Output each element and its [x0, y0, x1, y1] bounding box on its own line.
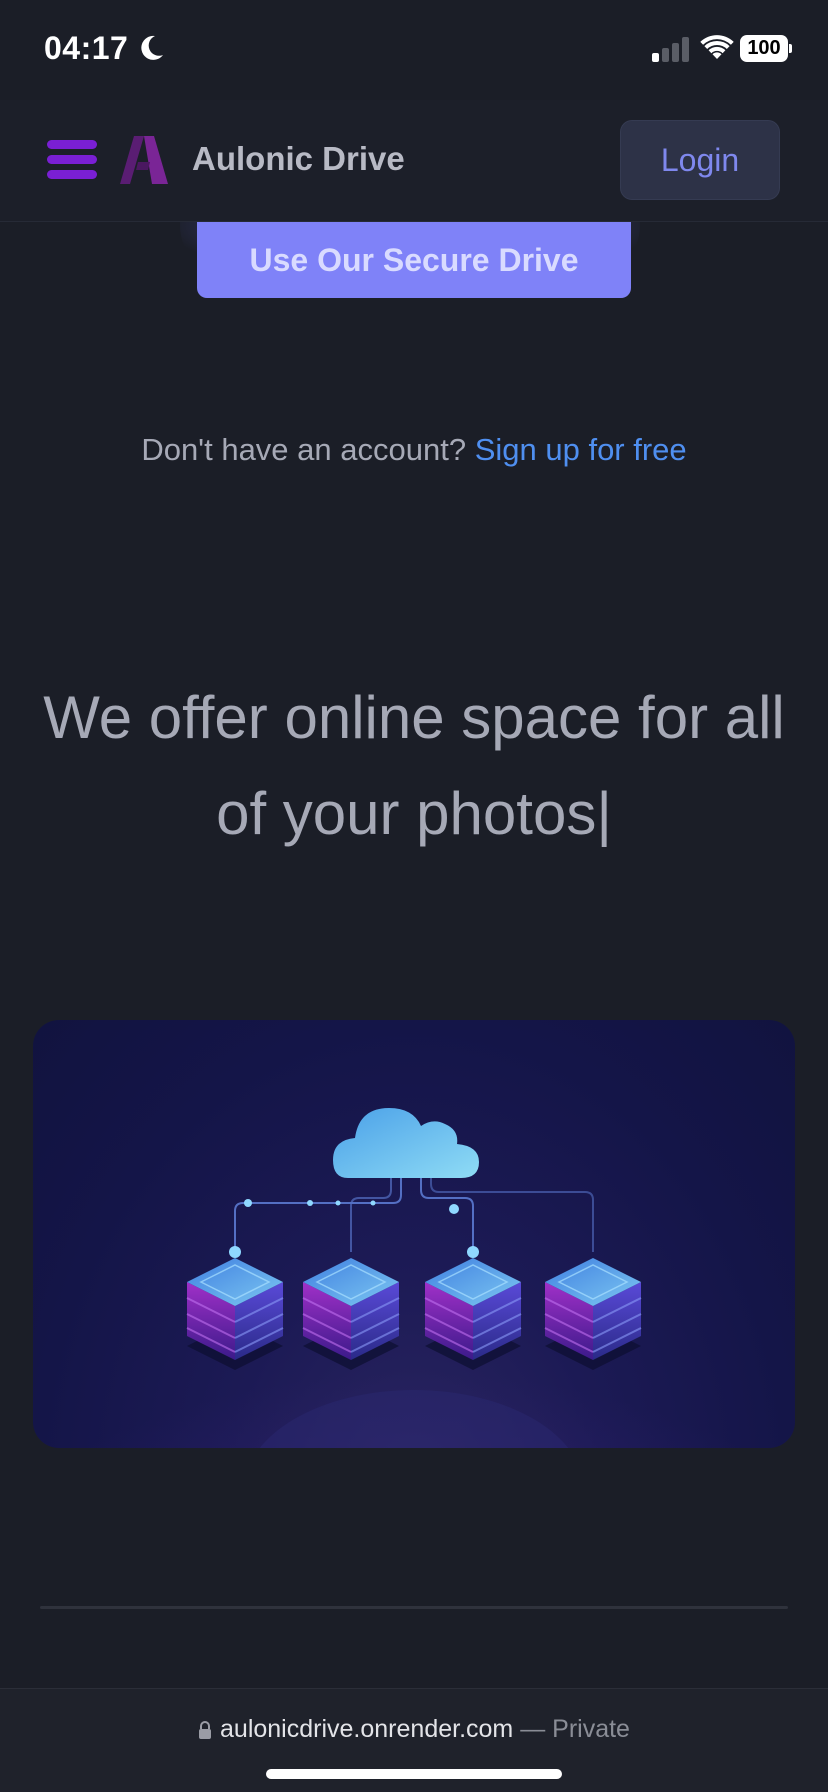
logo-icon[interactable]: [120, 136, 168, 184]
headline-line-2: of your photos|: [216, 780, 612, 847]
navbar: Aulonic Drive Login: [0, 100, 828, 222]
login-button[interactable]: Login: [620, 120, 780, 200]
signup-prompt-text: Don't have an account?: [141, 432, 467, 467]
status-time: 04:17: [44, 30, 129, 66]
home-indicator[interactable]: [266, 1769, 562, 1779]
battery-level: 100: [740, 35, 788, 62]
page: 04:17 100 Use Our Secure Drive Aulonic D…: [0, 0, 828, 1792]
headline-line-1: We offer online space for all: [43, 684, 785, 751]
cloud-icon: [333, 1108, 479, 1178]
use-secure-drive-button[interactable]: Use Our Secure Drive: [197, 222, 631, 298]
browser-url-bar[interactable]: aulonicdrive.onrender.com — Private: [0, 1688, 828, 1792]
signup-link[interactable]: Sign up for free: [475, 432, 687, 467]
signal-icon: [652, 36, 692, 62]
headline: We offer online space for all of your ph…: [20, 670, 808, 862]
signup-prompt: Don't have an account? Sign up for free: [0, 432, 828, 468]
moon-icon: [141, 35, 163, 60]
lock-icon: [199, 1721, 212, 1739]
status-bar: 04:17 100: [0, 0, 828, 100]
private-mode-label: — Private: [520, 1715, 630, 1743]
menu-icon[interactable]: [47, 140, 97, 180]
brand-name[interactable]: Aulonic Drive: [192, 140, 405, 178]
wifi-icon: [700, 35, 734, 59]
cloud-servers-illustration: [33, 1020, 795, 1448]
section-divider: [40, 1606, 788, 1609]
url-text: aulonicdrive.onrender.com: [220, 1715, 514, 1743]
battery-icon: 100: [740, 35, 792, 62]
url-display[interactable]: aulonicdrive.onrender.com — Private: [0, 1715, 828, 1744]
